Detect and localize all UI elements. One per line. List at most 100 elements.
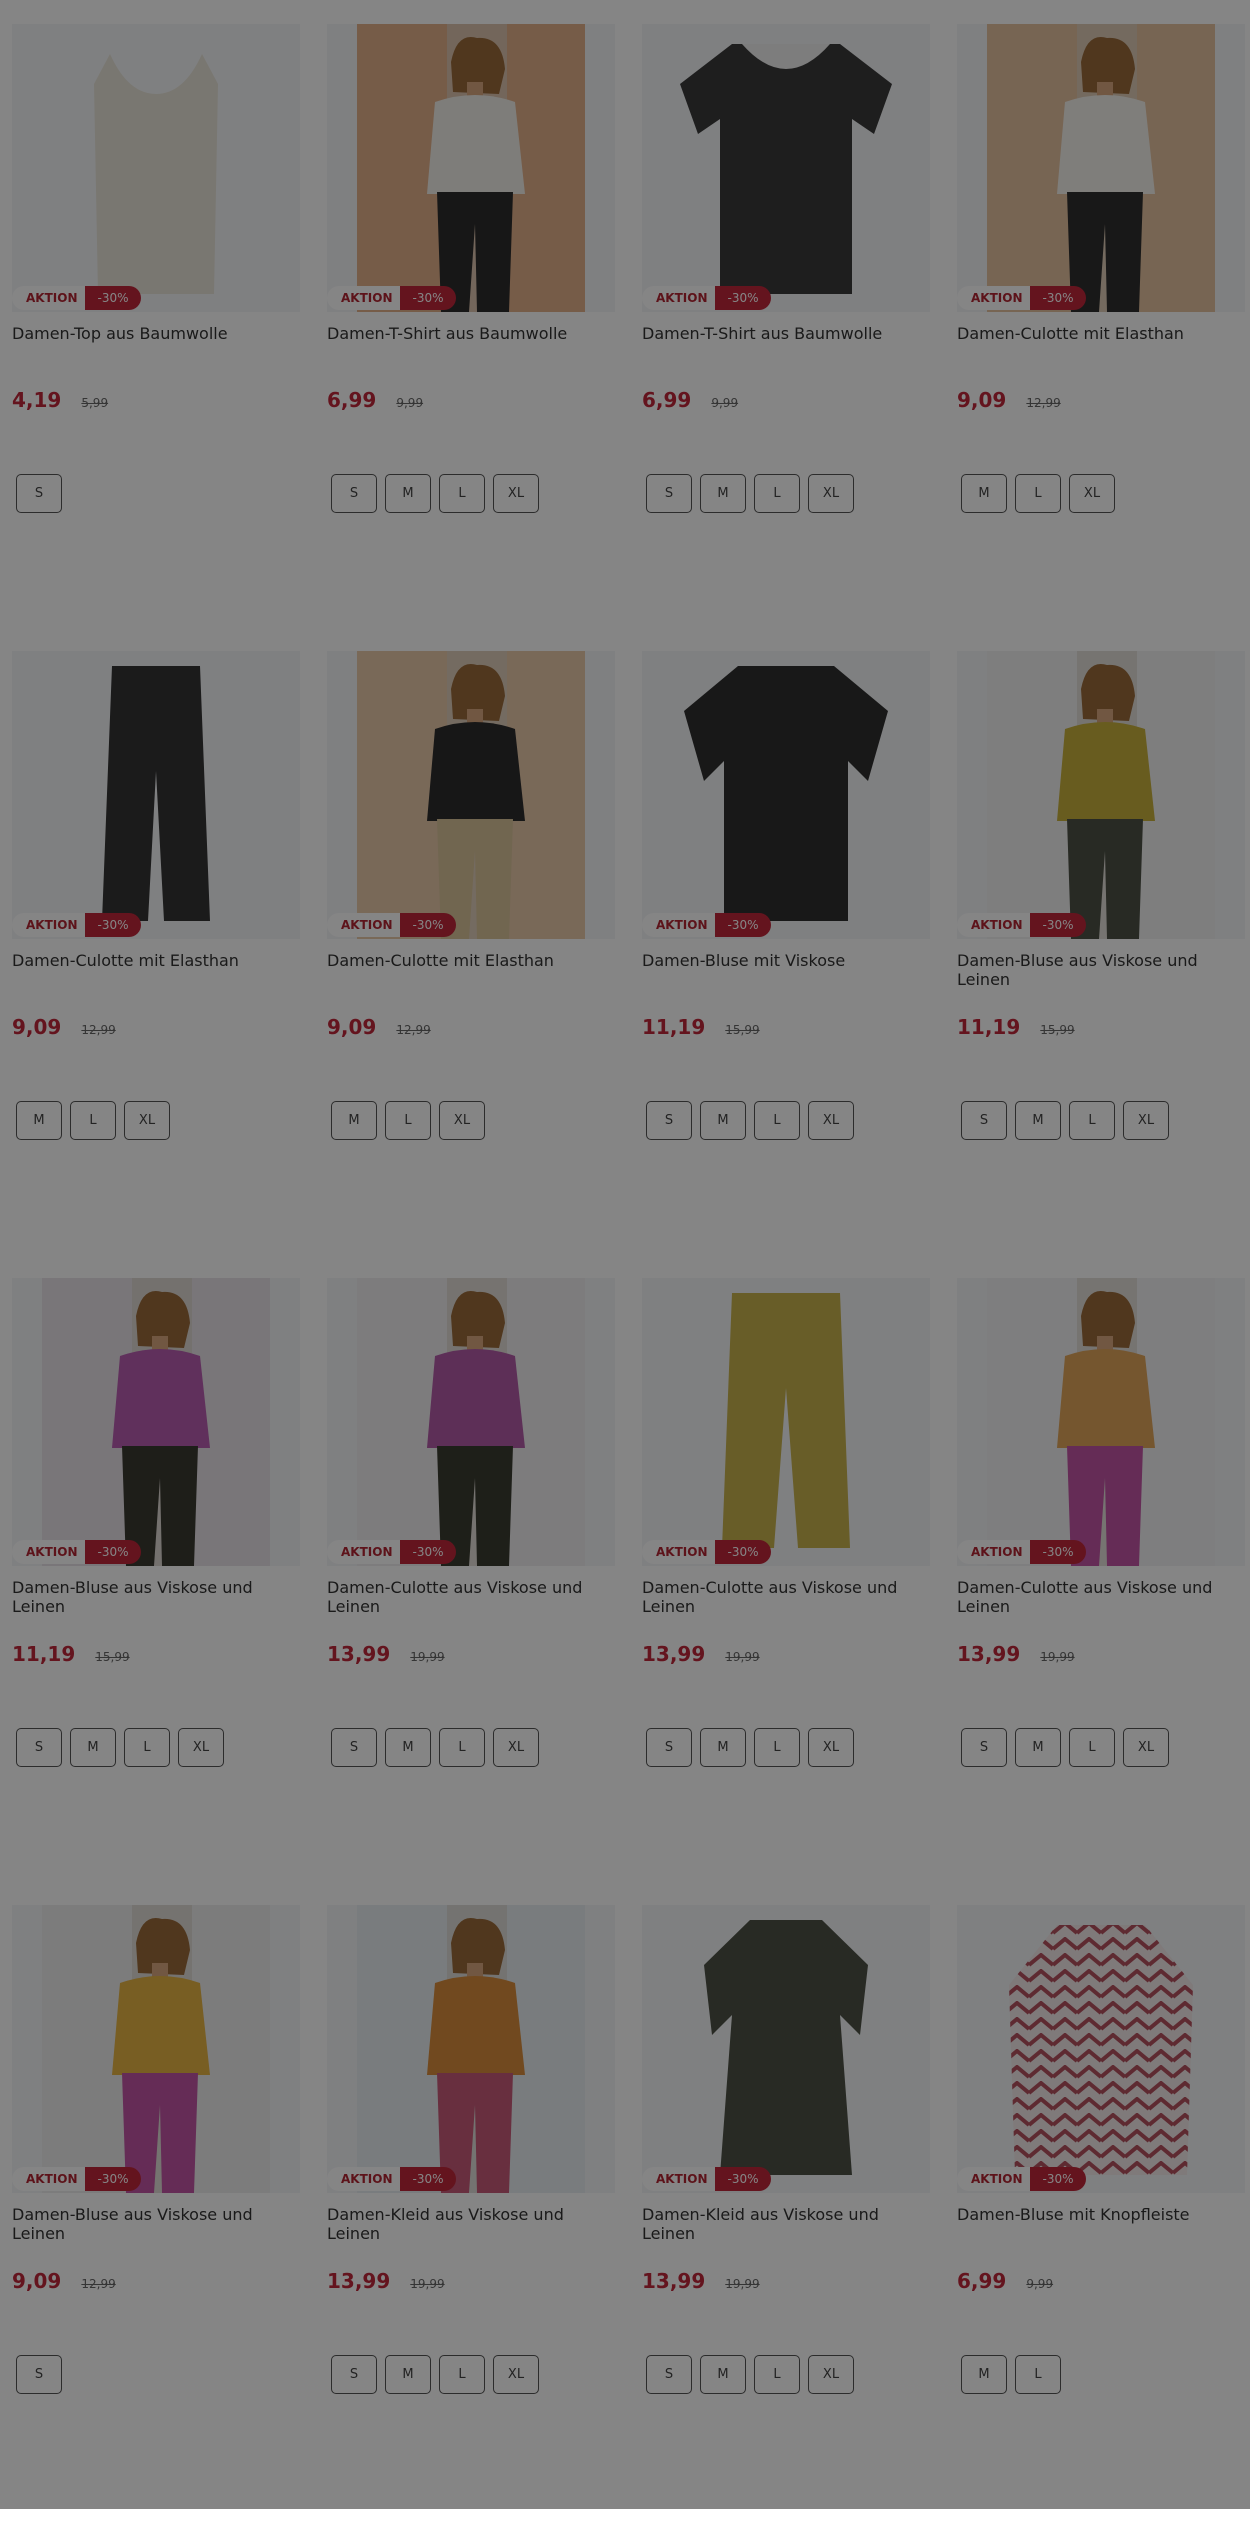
product-name[interactable]: Damen-Kleid aus Viskose und Leinen xyxy=(327,2205,617,2245)
size-button[interactable]: M xyxy=(16,1101,62,1140)
size-button[interactable]: S xyxy=(16,1728,62,1767)
size-button[interactable]: S xyxy=(646,1728,692,1767)
product-card[interactable]: AKTION -30% Damen-T-Shirt aus Baumwolle … xyxy=(327,24,615,651)
product-image[interactable]: AKTION -30% xyxy=(957,1278,1245,1566)
product-image[interactable]: AKTION -30% xyxy=(957,24,1245,312)
size-button[interactable]: S xyxy=(646,2355,692,2394)
size-button[interactable]: L xyxy=(439,474,485,513)
size-button[interactable]: M xyxy=(385,1728,431,1767)
product-image[interactable]: AKTION -30% xyxy=(12,24,300,312)
size-button[interactable]: L xyxy=(1069,1728,1115,1767)
product-name[interactable]: Damen-Culotte mit Elasthan xyxy=(327,951,617,991)
product-card[interactable]: AKTION -30% Damen-Culotte aus Viskose un… xyxy=(327,1278,615,1905)
size-button[interactable]: XL xyxy=(124,1101,170,1140)
product-card[interactable]: AKTION -30% Damen-T-Shirt aus Baumwolle … xyxy=(642,24,930,651)
size-button[interactable]: S xyxy=(646,474,692,513)
product-name[interactable]: Damen-Bluse aus Viskose und Leinen xyxy=(12,1578,302,1618)
size-button[interactable]: L xyxy=(1015,2355,1061,2394)
product-card[interactable]: AKTION -30% Damen-Bluse mit Knopfleiste … xyxy=(957,1905,1245,2532)
product-image[interactable]: AKTION -30% xyxy=(642,1278,930,1566)
product-card[interactable]: AKTION -30% Damen-Top aus Baumwolle 4,19… xyxy=(12,24,300,651)
size-button[interactable]: M xyxy=(385,474,431,513)
size-button[interactable]: M xyxy=(700,1728,746,1767)
size-button[interactable]: S xyxy=(16,2355,62,2394)
product-image[interactable]: AKTION -30% xyxy=(12,1278,300,1566)
size-button[interactable]: L xyxy=(754,1101,800,1140)
size-button[interactable]: M xyxy=(700,2355,746,2394)
size-button[interactable]: L xyxy=(70,1101,116,1140)
product-name[interactable]: Damen-Bluse aus Viskose und Leinen xyxy=(957,951,1247,991)
product-name[interactable]: Damen-Bluse mit Viskose xyxy=(642,951,932,991)
product-card[interactable]: AKTION -30% Damen-Culotte mit Elasthan 9… xyxy=(957,24,1245,651)
size-button[interactable]: L xyxy=(439,2355,485,2394)
product-image[interactable]: AKTION -30% xyxy=(327,24,615,312)
product-image[interactable]: AKTION -30% xyxy=(327,651,615,939)
size-button[interactable]: S xyxy=(646,1101,692,1140)
product-image[interactable]: AKTION -30% xyxy=(12,1905,300,2193)
product-card[interactable]: AKTION -30% Damen-Bluse mit Viskose 11,1… xyxy=(642,651,930,1278)
product-card[interactable]: AKTION -30% Damen-Bluse aus Viskose und … xyxy=(12,1905,300,2532)
size-button[interactable]: XL xyxy=(178,1728,224,1767)
product-name[interactable]: Damen-Culotte aus Viskose und Leinen xyxy=(957,1578,1247,1618)
size-button[interactable]: L xyxy=(439,1728,485,1767)
size-button[interactable]: M xyxy=(1015,1728,1061,1767)
size-button[interactable]: L xyxy=(1015,474,1061,513)
size-button[interactable]: M xyxy=(700,1101,746,1140)
product-name[interactable]: Damen-Kleid aus Viskose und Leinen xyxy=(642,2205,932,2245)
product-card[interactable]: AKTION -30% Damen-Culotte aus Viskose un… xyxy=(957,1278,1245,1905)
product-image[interactable]: AKTION -30% xyxy=(642,1905,930,2193)
size-button[interactable]: S xyxy=(961,1728,1007,1767)
size-button[interactable]: M xyxy=(961,2355,1007,2394)
product-name[interactable]: Damen-T-Shirt aus Baumwolle xyxy=(327,324,617,364)
size-button[interactable]: L xyxy=(124,1728,170,1767)
size-button[interactable]: M xyxy=(385,2355,431,2394)
size-button[interactable]: M xyxy=(70,1728,116,1767)
product-card[interactable]: AKTION -30% Damen-Culotte mit Elasthan 9… xyxy=(12,651,300,1278)
size-button[interactable]: M xyxy=(700,474,746,513)
size-button[interactable]: XL xyxy=(808,1728,854,1767)
product-card[interactable]: AKTION -30% Damen-Culotte aus Viskose un… xyxy=(642,1278,930,1905)
product-image[interactable]: AKTION -30% xyxy=(642,651,930,939)
product-image[interactable]: AKTION -30% xyxy=(12,651,300,939)
size-button[interactable]: XL xyxy=(439,1101,485,1140)
size-button[interactable]: XL xyxy=(808,474,854,513)
size-button[interactable]: L xyxy=(385,1101,431,1140)
size-button[interactable]: XL xyxy=(493,2355,539,2394)
size-button[interactable]: M xyxy=(1015,1101,1061,1140)
size-button[interactable]: XL xyxy=(1123,1728,1169,1767)
size-button[interactable]: M xyxy=(331,1101,377,1140)
size-button[interactable]: XL xyxy=(808,1101,854,1140)
product-card[interactable]: AKTION -30% Damen-Culotte mit Elasthan 9… xyxy=(327,651,615,1278)
product-card[interactable]: AKTION -30% Damen-Kleid aus Viskose und … xyxy=(327,1905,615,2532)
size-button[interactable]: L xyxy=(754,1728,800,1767)
size-button[interactable]: XL xyxy=(493,474,539,513)
product-name[interactable]: Damen-Top aus Baumwolle xyxy=(12,324,302,364)
size-button[interactable]: XL xyxy=(493,1728,539,1767)
product-image[interactable]: AKTION -30% xyxy=(327,1278,615,1566)
product-name[interactable]: Damen-T-Shirt aus Baumwolle xyxy=(642,324,932,364)
product-name[interactable]: Damen-Culotte mit Elasthan xyxy=(12,951,302,991)
product-name[interactable]: Damen-Culotte mit Elasthan xyxy=(957,324,1247,364)
product-image[interactable]: AKTION -30% xyxy=(327,1905,615,2193)
product-card[interactable]: AKTION -30% Damen-Bluse aus Viskose und … xyxy=(957,651,1245,1278)
product-card[interactable]: AKTION -30% Damen-Bluse aus Viskose und … xyxy=(12,1278,300,1905)
size-button[interactable]: XL xyxy=(1069,474,1115,513)
product-image[interactable]: AKTION -30% xyxy=(642,24,930,312)
size-button[interactable]: S xyxy=(16,474,62,513)
product-name[interactable]: Damen-Culotte aus Viskose und Leinen xyxy=(327,1578,617,1618)
size-button[interactable]: XL xyxy=(808,2355,854,2394)
size-button[interactable]: S xyxy=(331,474,377,513)
size-button[interactable]: XL xyxy=(1123,1101,1169,1140)
size-button[interactable]: L xyxy=(754,2355,800,2394)
size-button[interactable]: S xyxy=(331,1728,377,1767)
size-button[interactable]: L xyxy=(754,474,800,513)
product-image[interactable]: AKTION -30% xyxy=(957,651,1245,939)
size-button[interactable]: S xyxy=(331,2355,377,2394)
size-button[interactable]: S xyxy=(961,1101,1007,1140)
product-image[interactable]: AKTION -30% xyxy=(957,1905,1245,2193)
product-name[interactable]: Damen-Bluse mit Knopfleiste xyxy=(957,2205,1247,2245)
product-card[interactable]: AKTION -30% Damen-Kleid aus Viskose und … xyxy=(642,1905,930,2532)
product-name[interactable]: Damen-Bluse aus Viskose und Leinen xyxy=(12,2205,302,2245)
size-button[interactable]: M xyxy=(961,474,1007,513)
product-name[interactable]: Damen-Culotte aus Viskose und Leinen xyxy=(642,1578,932,1618)
